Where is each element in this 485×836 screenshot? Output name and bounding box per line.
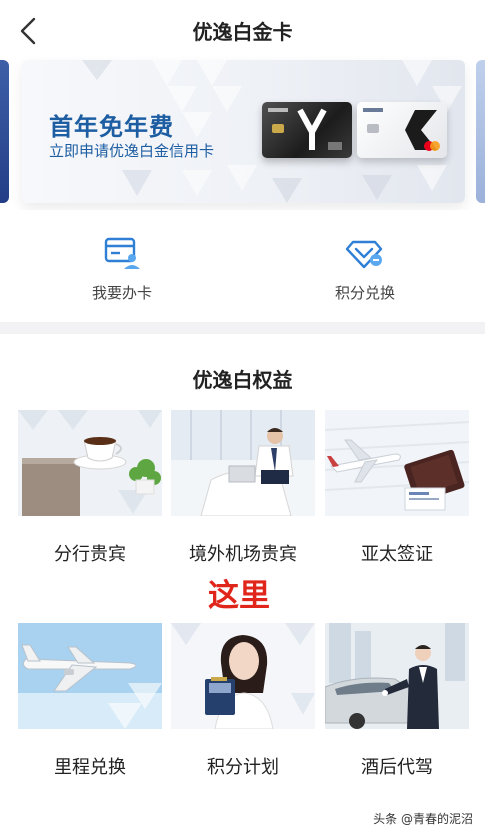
benefits-title: 优逸白权益 <box>192 368 293 392</box>
banner-carousel[interactable]: 首年免年费 立即申请优逸白金信用卡 <box>0 60 485 210</box>
watermark-text: 头条 @青春的泥沼 <box>373 812 473 826</box>
benefit-label: 酒后代驾 <box>361 757 433 778</box>
benefit-label: 积分计划 <box>207 757 279 778</box>
quick-actions: 我要办卡 积分兑换 <box>0 210 485 322</box>
benefit-tile-designated-driver[interactable]: 酒后代驾 <box>325 623 469 779</box>
black-card-image <box>262 102 352 158</box>
points-exchange-button[interactable]: 积分兑换 <box>305 232 425 303</box>
promo-banner[interactable]: 首年免年费 立即申请优逸白金信用卡 <box>22 60 465 203</box>
previous-banner-peek[interactable] <box>0 60 9 203</box>
benefit-label: 亚太签证 <box>361 544 433 565</box>
card-apply-icon <box>104 237 140 269</box>
asia-visa-image <box>325 410 469 516</box>
annotation-text: 这里 <box>208 578 270 614</box>
benefit-label: 分行贵宾 <box>54 544 126 565</box>
benefit-tile-mileage[interactable]: 里程兑换 <box>18 623 162 779</box>
points-plan-image <box>171 623 315 729</box>
mileage-image <box>18 623 162 729</box>
section-divider <box>0 322 485 334</box>
branch-vip-image <box>18 410 162 516</box>
benefit-tile-asia-visa[interactable]: 亚太签证 <box>325 410 469 566</box>
points-exchange-label: 积分兑换 <box>334 284 395 302</box>
next-banner-peek[interactable] <box>476 60 485 203</box>
banner-headline: 首年免年费 <box>49 113 174 141</box>
airport-vip-image <box>171 410 315 516</box>
benefit-tile-points-plan[interactable]: 积分计划 <box>171 623 315 779</box>
page-title: 优逸白金卡 <box>192 20 293 44</box>
top-bar: 优逸白金卡 <box>0 0 485 60</box>
points-exchange-icon <box>345 240 383 269</box>
apply-card-button[interactable]: 我要办卡 <box>62 232 182 303</box>
benefit-label: 境外机场贵宾 <box>189 544 297 565</box>
banner-subline: 立即申请优逸白金信用卡 <box>49 142 215 160</box>
benefit-tile-branch-vip[interactable]: 分行贵宾 <box>18 410 162 566</box>
benefit-label: 里程兑换 <box>54 757 126 778</box>
designated-driver-image <box>325 623 469 729</box>
apply-card-label: 我要办卡 <box>91 284 152 302</box>
white-card-image <box>357 102 447 158</box>
benefit-tile-airport-vip[interactable]: 境外机场贵宾 <box>171 410 315 566</box>
